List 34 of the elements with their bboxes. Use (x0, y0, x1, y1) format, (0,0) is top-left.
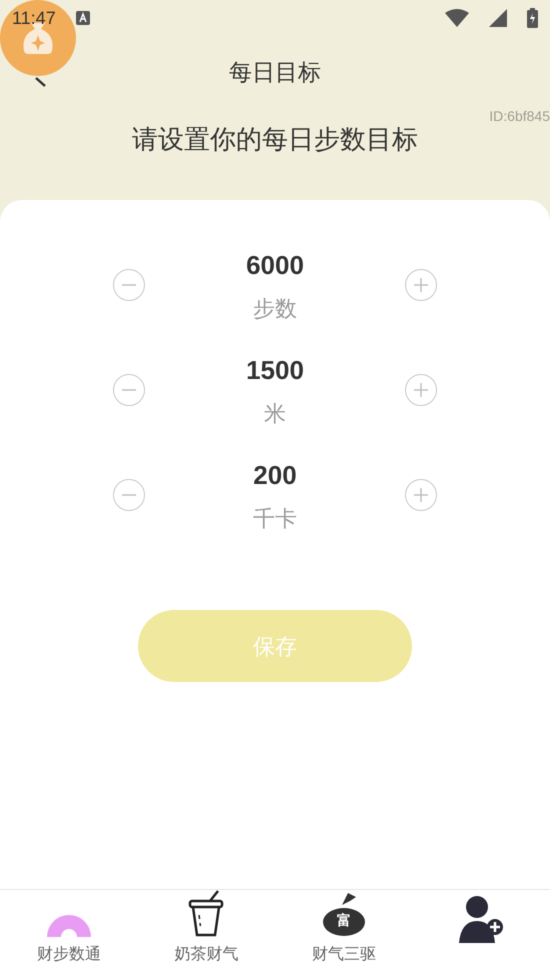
plus-icon (413, 382, 429, 398)
notification-icon (76, 11, 90, 25)
plus-icon (413, 277, 429, 293)
goal-value: 1500 (246, 354, 304, 387)
goal-unit: 步数 (253, 295, 297, 323)
nav-tab[interactable]: 奶茶财气 (138, 890, 275, 977)
add-user-icon (459, 893, 504, 943)
subtitle: 请设置你的每日步数目标 (132, 123, 418, 156)
plus-button[interactable] (405, 269, 437, 301)
cup-icon (186, 889, 226, 937)
minus-icon (121, 494, 137, 496)
plus-icon (413, 487, 429, 503)
plus-button[interactable] (405, 479, 437, 511)
goal-value: 6000 (246, 249, 304, 282)
battery-icon (527, 8, 538, 28)
status-time: 11:47 (12, 6, 56, 30)
plus-button[interactable] (405, 374, 437, 406)
user-id: ID:6bf845 (489, 107, 550, 126)
back-icon[interactable] (35, 77, 46, 87)
minus-button[interactable] (113, 479, 145, 511)
page-title: 每日目标 (229, 58, 321, 87)
goal-unit: 千卡 (253, 505, 297, 533)
minus-icon (121, 284, 137, 286)
floating-bubble[interactable] (0, 0, 76, 76)
goal-unit: 米 (264, 400, 286, 428)
nav-tab[interactable]: 富 财气三驱 (275, 890, 412, 977)
minus-button[interactable] (113, 374, 145, 406)
minus-button[interactable] (113, 269, 145, 301)
arch-icon (46, 913, 92, 937)
minus-icon (121, 389, 137, 391)
wifi-icon (445, 9, 469, 27)
nav-tab[interactable]: 财步数通 (0, 890, 138, 977)
goal-value: 200 (253, 459, 297, 492)
signal-icon (489, 9, 507, 27)
